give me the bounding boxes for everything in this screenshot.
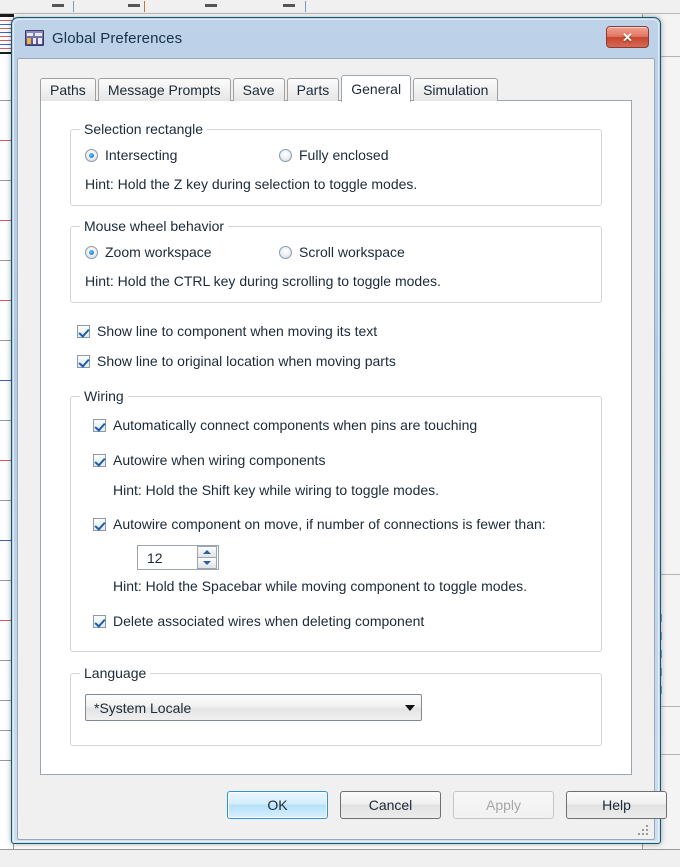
chevron-down-icon xyxy=(399,704,421,711)
stepper-buttons xyxy=(197,546,217,569)
checkbox-indicator xyxy=(93,614,106,628)
checkbox-indicator xyxy=(93,453,106,467)
dialog-title: Global Preferences xyxy=(52,29,183,47)
mouse-wheel-hint: Hint: Hold the CTRL key during scrolling… xyxy=(85,273,441,289)
wiring-hint-shift: Hint: Hold the Shift key while wiring to… xyxy=(113,482,440,498)
mouse-wheel-title: Mouse wheel behavior xyxy=(80,218,229,234)
checkbox-label: Autowire when wiring components xyxy=(113,452,326,468)
tab-label: Paths xyxy=(50,82,86,98)
radio-indicator xyxy=(279,245,292,259)
connections-threshold-stepper[interactable]: 12 xyxy=(137,545,219,570)
selection-rectangle-title: Selection rectangle xyxy=(80,121,208,137)
tab-parts[interactable]: Parts xyxy=(286,78,340,101)
selection-rectangle-group: Selection rectangle Intersecting Fully e… xyxy=(70,121,602,206)
connections-threshold-value: 12 xyxy=(147,549,163,566)
radio-indicator xyxy=(85,148,98,162)
checkbox-delete-associated-wires[interactable]: Delete associated wires when deleting co… xyxy=(93,613,424,629)
ok-button-label: OK xyxy=(267,797,288,813)
checkbox-autowire-on-move[interactable]: Autowire component on move, if number of… xyxy=(93,516,546,532)
mouse-wheel-group: Mouse wheel behavior Zoom workspace Scro… xyxy=(70,218,602,303)
tab-paths[interactable]: Paths xyxy=(40,78,96,101)
tab-simulation[interactable]: Simulation xyxy=(413,78,499,101)
checkbox-indicator xyxy=(77,324,90,338)
checkbox-label: Delete associated wires when deleting co… xyxy=(113,613,425,629)
radio-label: Fully enclosed xyxy=(299,147,389,163)
language-group: Language *System Locale xyxy=(70,665,602,746)
radio-intersecting[interactable]: Intersecting xyxy=(85,147,177,163)
checkbox-label: Show line to original location when movi… xyxy=(97,353,396,369)
wiring-title: Wiring xyxy=(80,388,128,404)
selection-rectangle-hint: Hint: Hold the Z key during selection to… xyxy=(85,176,418,192)
chevron-up-icon xyxy=(203,550,211,554)
checkbox-autowire-when-wiring[interactable]: Autowire when wiring components xyxy=(93,452,325,468)
tab-save[interactable]: Save xyxy=(232,78,285,101)
checkbox-label: Autowire component on move, if number of… xyxy=(113,516,546,532)
tab-message-prompts[interactable]: Message Prompts xyxy=(97,78,231,101)
checkbox-indicator xyxy=(93,418,106,432)
help-button[interactable]: Help xyxy=(566,791,667,819)
radio-scroll-workspace[interactable]: Scroll workspace xyxy=(279,244,405,260)
general-tab-panel: Selection rectangle Intersecting Fully e… xyxy=(40,100,632,775)
preferences-icon xyxy=(25,30,44,46)
checkbox-indicator xyxy=(93,517,106,531)
cancel-button[interactable]: Cancel xyxy=(340,791,441,819)
tab-label: Save xyxy=(242,82,275,98)
ok-button[interactable]: OK xyxy=(227,791,328,819)
checkbox-show-line-to-original-location[interactable]: Show line to original location when movi… xyxy=(77,353,396,369)
help-button-label: Help xyxy=(602,797,631,813)
checkbox-show-line-to-component[interactable]: Show line to component when moving its t… xyxy=(77,323,377,339)
wiring-hint-spacebar: Hint: Hold the Spacebar while moving com… xyxy=(113,578,528,594)
radio-zoom-workspace[interactable]: Zoom workspace xyxy=(85,244,212,260)
tab-label: Parts xyxy=(296,82,330,98)
tab-strip: Paths Message Prompts Save Parts General… xyxy=(40,73,654,102)
language-title: Language xyxy=(80,665,151,681)
radio-label: Intersecting xyxy=(105,147,178,163)
cancel-button-label: Cancel xyxy=(368,797,413,813)
apply-button: Apply xyxy=(453,791,554,819)
stepper-down-button[interactable] xyxy=(197,558,217,569)
background-status-bar xyxy=(0,849,680,867)
checkbox-label: Automatically connect components when pi… xyxy=(113,417,478,433)
radio-label: Zoom workspace xyxy=(105,244,212,260)
language-selected-value: *System Locale xyxy=(94,699,192,716)
wiring-group: Wiring Automatically connect components … xyxy=(70,388,602,652)
dialog-title-bar: Global Preferences ✕ xyxy=(17,18,655,58)
tab-label: Message Prompts xyxy=(107,82,221,98)
dialog-body: Paths Message Prompts Save Parts General… xyxy=(17,58,667,840)
resize-grip[interactable] xyxy=(638,823,650,835)
chevron-down-icon xyxy=(203,561,211,565)
checkbox-label: Show line to component when moving its t… xyxy=(97,323,378,339)
close-icon: ✕ xyxy=(622,29,633,45)
radio-indicator xyxy=(279,148,292,162)
radio-fully-enclosed[interactable]: Fully enclosed xyxy=(279,147,389,163)
tab-label: General xyxy=(351,81,402,97)
checkbox-indicator xyxy=(77,354,90,368)
radio-indicator xyxy=(85,245,98,259)
checkbox-auto-connect-components[interactable]: Automatically connect components when pi… xyxy=(93,417,477,433)
dialog-button-bar: OK Cancel Apply Help xyxy=(18,775,667,839)
global-preferences-dialog: Global Preferences ✕ Paths Message Promp… xyxy=(11,17,667,844)
language-select[interactable]: *System Locale xyxy=(85,694,422,721)
tab-general[interactable]: General xyxy=(341,75,412,102)
background-toolbar xyxy=(0,0,680,14)
stepper-up-button[interactable] xyxy=(197,546,217,558)
close-button[interactable]: ✕ xyxy=(606,26,649,48)
radio-label: Scroll workspace xyxy=(299,244,405,260)
apply-button-label: Apply xyxy=(485,797,522,813)
tab-label: Simulation xyxy=(423,82,489,98)
